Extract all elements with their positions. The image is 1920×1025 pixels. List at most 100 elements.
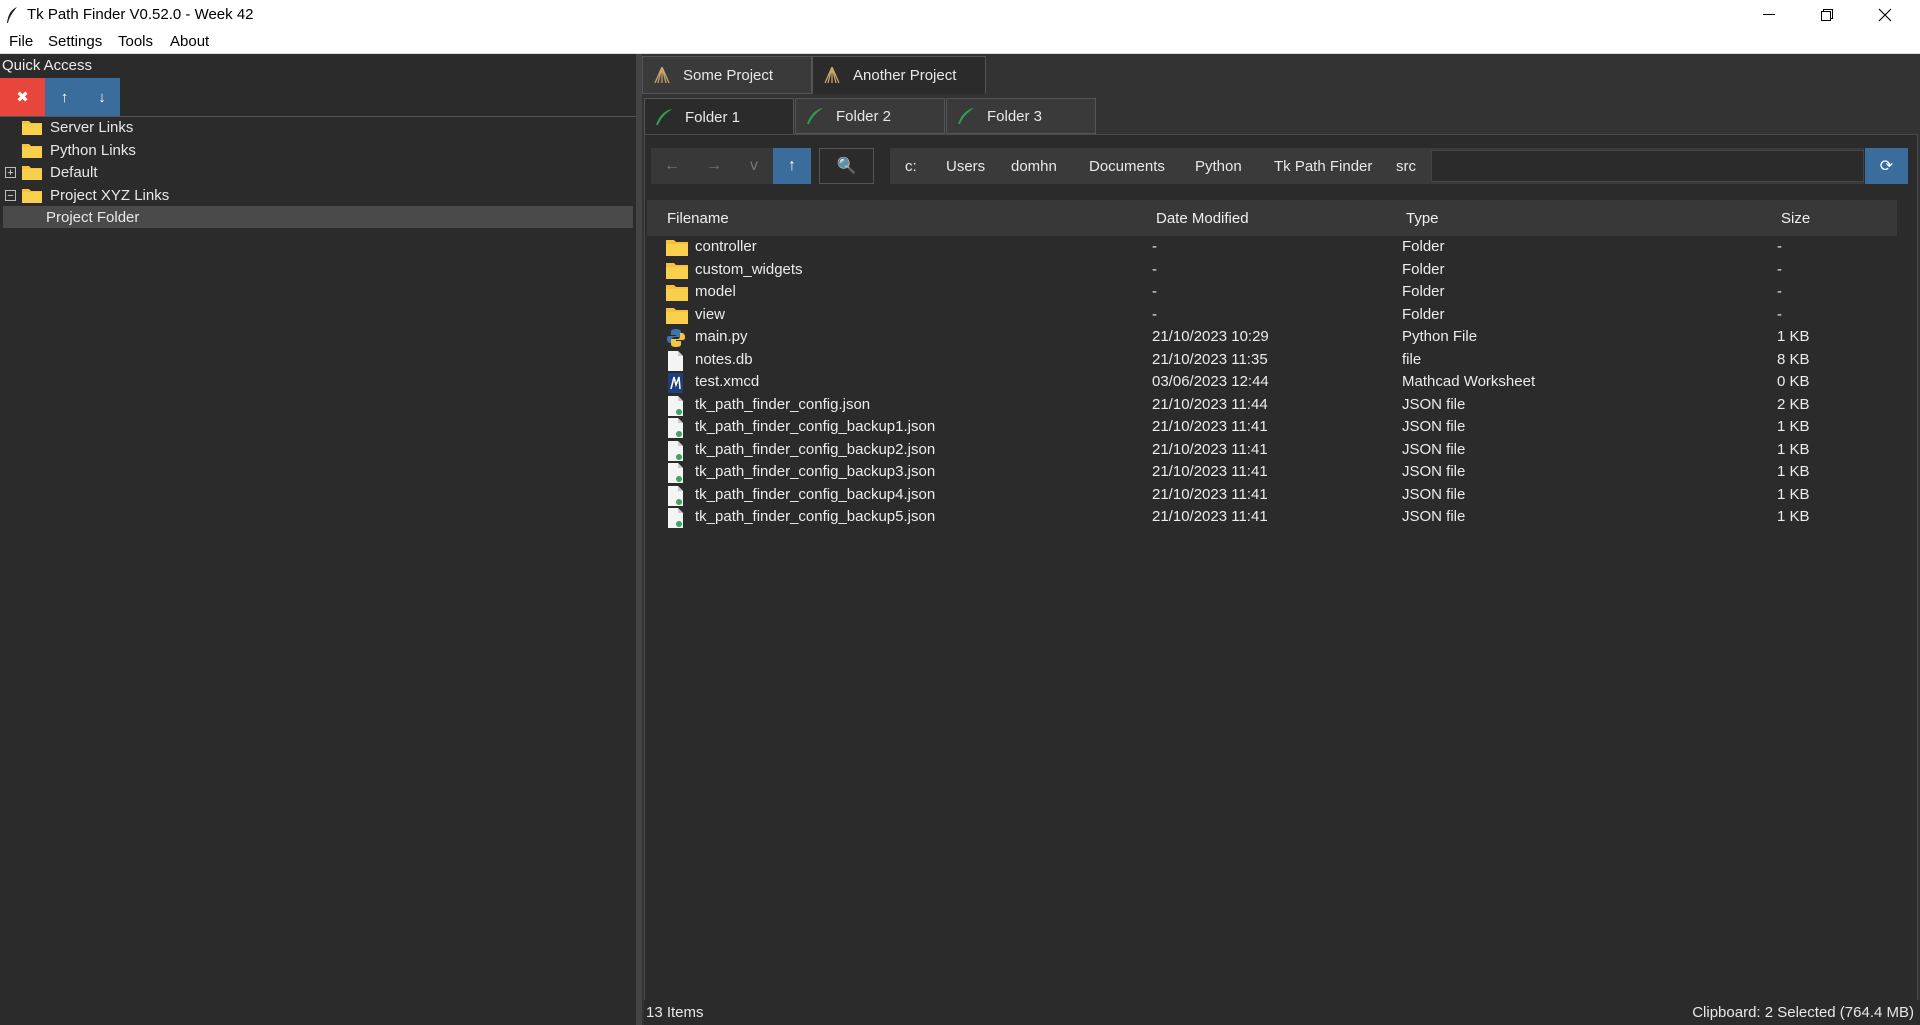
title-bar: Tk Path Finder V0.52.0 - Week 42: [0, 0, 1920, 30]
file-row[interactable]: tk_path_finder_config_backup1.json 21/10/…: [660, 416, 1900, 438]
file-row[interactable]: tk_path_finder_config_backup5.json 21/10/…: [660, 506, 1900, 528]
json-file-icon: [666, 440, 688, 461]
column-header-type[interactable]: Type: [1406, 210, 1439, 227]
forward-button[interactable]: →: [693, 148, 735, 184]
file-size: 2 KB: [1777, 395, 1810, 413]
breadcrumb-drive[interactable]: c:: [905, 148, 917, 184]
file-type: JSON file: [1402, 440, 1466, 458]
breadcrumb-domhn[interactable]: domhn: [1011, 148, 1057, 184]
collapse-icon[interactable]: −: [5, 189, 16, 201]
file-type: JSON file: [1402, 395, 1466, 413]
clipboard-status: Clipboard: 2 Selected (764.4 MB): [1692, 1004, 1914, 1021]
column-header-filename[interactable]: Filename: [667, 210, 729, 227]
feather-icon: [958, 108, 974, 124]
tree-item-server-links[interactable]: Server Links: [22, 116, 133, 138]
refresh-icon: ⟳: [1879, 158, 1894, 175]
tree-item-label: Default: [50, 163, 98, 181]
file-date: 21/10/2023 11:41: [1152, 418, 1268, 435]
tree-item-python-links[interactable]: Python Links: [22, 139, 136, 161]
arrow-up-icon: ↑: [788, 157, 796, 174]
file-date: -: [1152, 260, 1157, 278]
file-type: Folder: [1402, 283, 1445, 300]
file-name: tk_path_finder_config_backup3.json: [695, 463, 936, 480]
file-row[interactable]: main.py 21/10/2023 10:29 Python File 1 KB: [660, 326, 1900, 348]
minimize-button[interactable]: [1740, 0, 1798, 30]
feather-icon: [656, 109, 672, 125]
file-row[interactable]: tk_path_finder_config.json 21/10/2023 11:…: [660, 394, 1900, 416]
tab-folder-1[interactable]: Folder 1: [644, 98, 794, 135]
arrow-down-icon: ↓: [98, 88, 106, 106]
file-row[interactable]: tk_path_finder_config_backup4.json 21/10/…: [660, 484, 1900, 506]
file-date: 21/10/2023 11:41: [1152, 508, 1268, 525]
tree-item-project-xyz-links[interactable]: − Project XYZ Links: [5, 184, 169, 206]
breadcrumb-tk-path-finder[interactable]: Tk Path Finder: [1274, 148, 1372, 184]
file-date: 21/10/2023 11:35: [1152, 350, 1268, 368]
file-row[interactable]: notes.db 21/10/2023 11:35 file 8 KB: [660, 349, 1900, 371]
menu-settings[interactable]: Settings: [48, 33, 102, 50]
restore-button[interactable]: [1798, 0, 1856, 30]
item-count: 13 Items: [646, 1004, 704, 1021]
delete-link-button[interactable]: ✖: [0, 78, 45, 116]
up-directory-button[interactable]: ↑: [773, 148, 811, 184]
column-header-size[interactable]: Size: [1781, 210, 1810, 227]
menu-tools[interactable]: Tools: [118, 33, 153, 50]
menu-file[interactable]: File: [9, 33, 33, 50]
file-date: 21/10/2023 11:41: [1152, 440, 1268, 458]
mathcad-icon: [666, 373, 688, 393]
file-icon: [666, 350, 688, 371]
breadcrumb-src[interactable]: src: [1396, 148, 1416, 184]
file-size: 1 KB: [1777, 508, 1810, 525]
column-header-date[interactable]: Date Modified: [1156, 210, 1249, 227]
file-row[interactable]: controller - Folder -: [660, 236, 1900, 258]
file-type: Mathcad Worksheet: [1402, 373, 1536, 390]
file-row[interactable]: view - Folder -: [660, 304, 1900, 326]
project-icon: [824, 67, 840, 83]
breadcrumb-documents[interactable]: Documents: [1089, 148, 1165, 184]
tab-label: Some Project: [683, 66, 774, 84]
tree-item-project-folder[interactable]: Project Folder: [3, 206, 633, 228]
tree-item-default[interactable]: + Default: [5, 161, 98, 183]
path-entry[interactable]: [1431, 150, 1864, 182]
file-row[interactable]: custom_widgets - Folder -: [660, 259, 1900, 281]
close-icon: [1878, 8, 1892, 22]
file-type: Folder: [1402, 238, 1445, 255]
chevron-down-icon: v: [750, 157, 758, 174]
file-row[interactable]: test.xmcd 03/06/2023 12:44 Mathcad Workshe…: [660, 371, 1900, 393]
tab-another-project[interactable]: Another Project: [812, 56, 986, 94]
file-date: -: [1152, 238, 1157, 255]
file-size: 1 KB: [1777, 418, 1810, 435]
file-name: notes.db: [695, 350, 753, 368]
file-name: controller: [695, 238, 757, 255]
menu-bar: File Settings Tools About: [0, 30, 1920, 54]
move-up-button[interactable]: ↑: [45, 78, 84, 116]
file-name: tk_path_finder_config_backup5.json: [695, 508, 936, 525]
close-button[interactable]: [1856, 0, 1914, 30]
breadcrumb-users[interactable]: Users: [946, 148, 985, 184]
file-size: -: [1777, 260, 1782, 278]
back-button[interactable]: ←: [651, 148, 693, 184]
move-down-button[interactable]: ↓: [84, 78, 120, 116]
tab-folder-3[interactable]: Folder 3: [946, 98, 1096, 134]
file-type: file: [1402, 350, 1422, 368]
file-row[interactable]: model - Folder -: [660, 281, 1900, 303]
menu-about[interactable]: About: [170, 33, 209, 50]
tab-some-project[interactable]: Some Project: [642, 56, 812, 94]
expand-icon[interactable]: +: [5, 166, 16, 178]
restore-icon: [1821, 9, 1833, 21]
file-row[interactable]: tk_path_finder_config_backup2.json 21/10/…: [660, 439, 1900, 461]
quick-access-panel: Quick Access ✖ ↑ ↓ Server Links Python L…: [0, 54, 636, 1025]
refresh-button[interactable]: ⟳: [1865, 148, 1908, 184]
breadcrumb-python[interactable]: Python: [1195, 148, 1242, 184]
json-file-icon: [666, 395, 688, 416]
history-button[interactable]: v: [735, 148, 773, 184]
json-file-icon: [666, 485, 688, 506]
file-type: JSON file: [1402, 508, 1466, 525]
file-row[interactable]: tk_path_finder_config_backup3.json 21/10/…: [660, 461, 1900, 483]
quick-access-title: Quick Access: [2, 57, 93, 74]
file-date: 21/10/2023 11:44: [1152, 395, 1268, 413]
file-name: tk_path_finder_config.json: [695, 395, 871, 413]
file-date: 21/10/2023 10:29: [1152, 328, 1269, 345]
search-button[interactable]: 🔍: [819, 148, 874, 184]
tab-folder-2[interactable]: Folder 2: [795, 98, 945, 134]
file-name: tk_path_finder_config_backup1.json: [695, 418, 936, 435]
